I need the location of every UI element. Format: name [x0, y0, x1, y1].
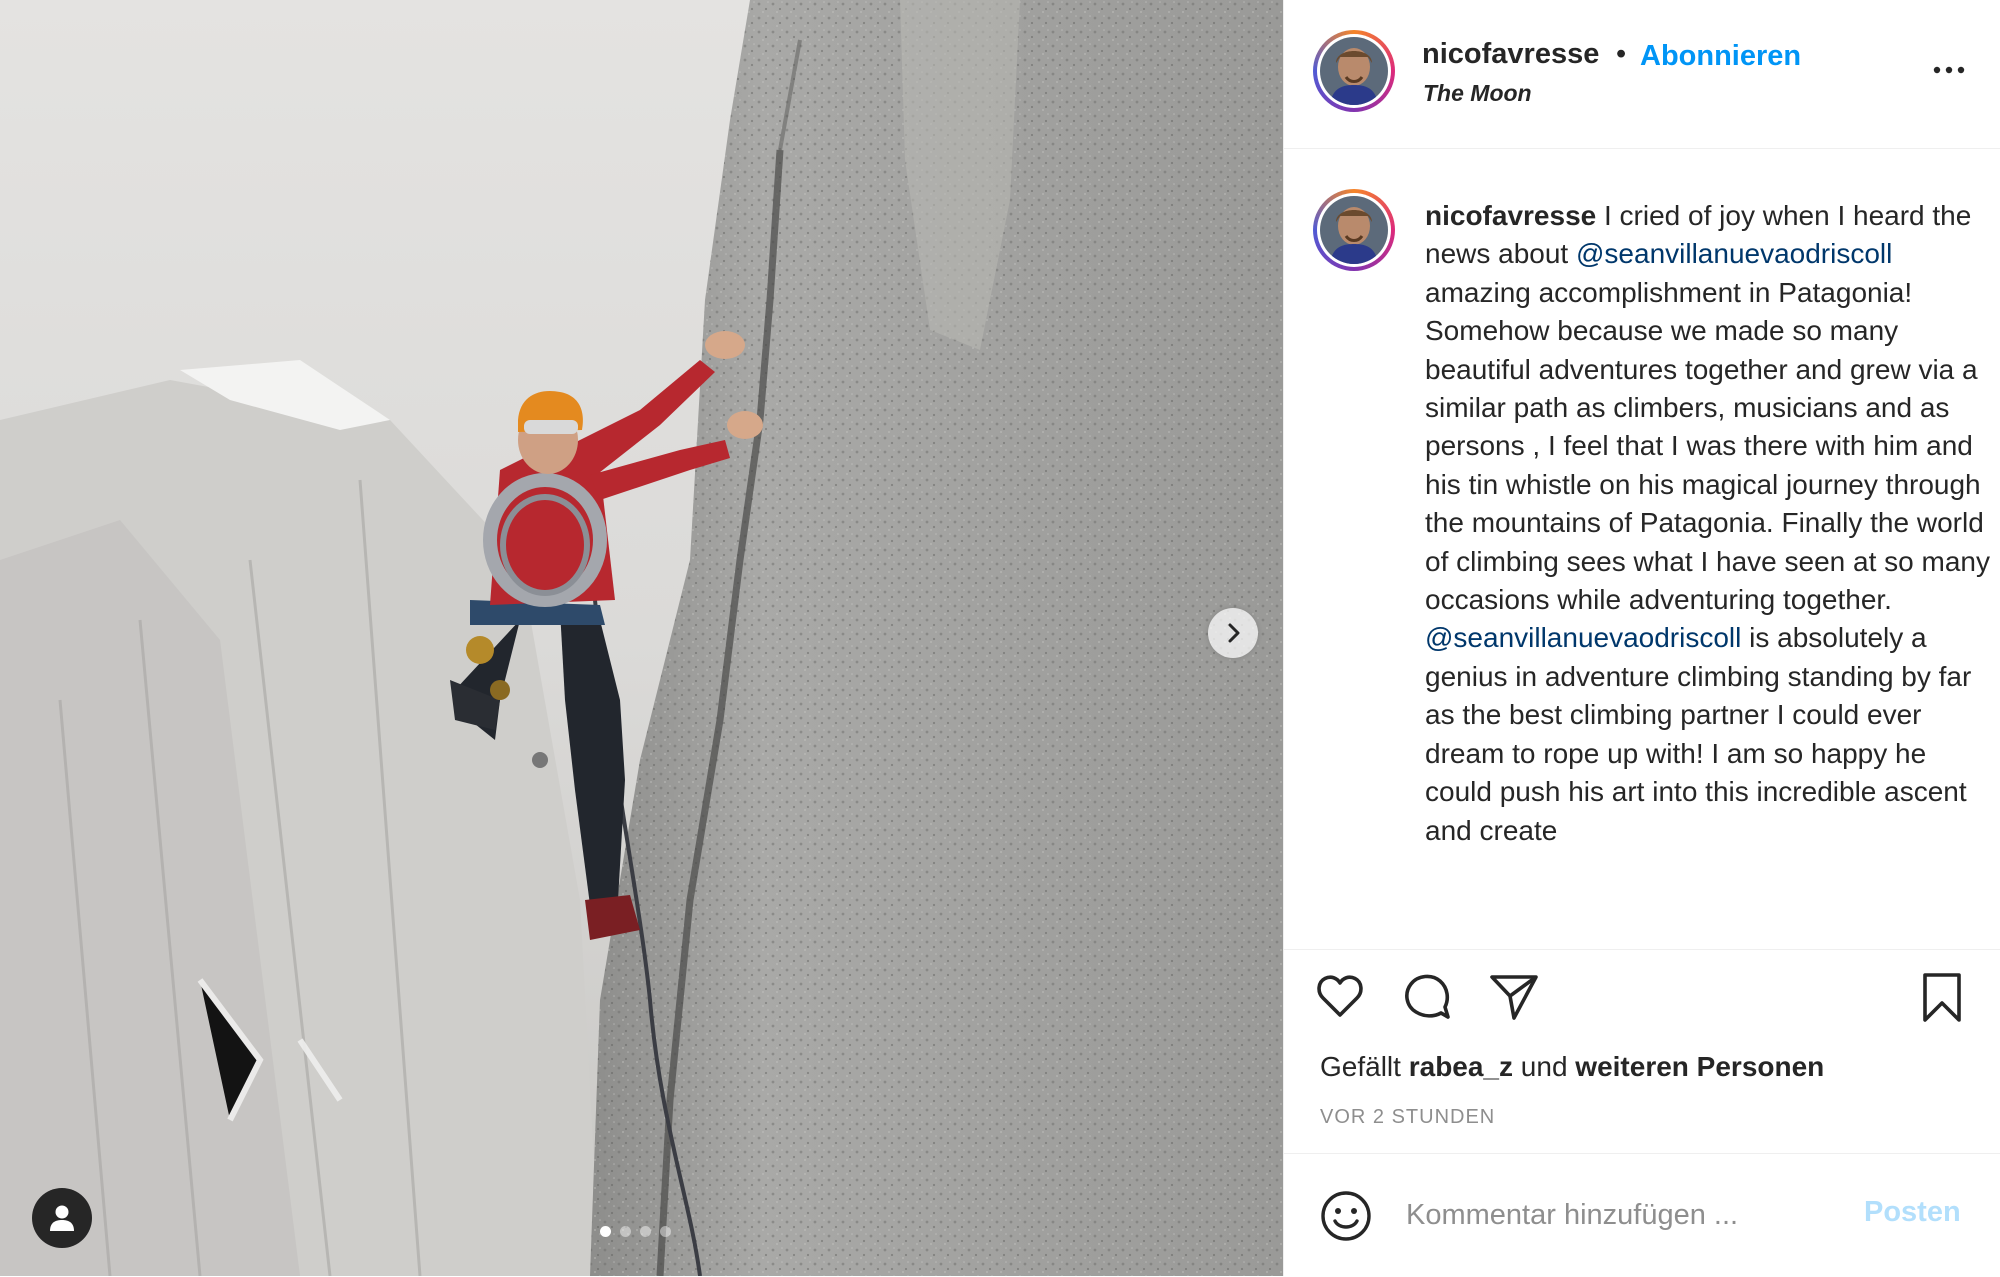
heart-icon[interactable] [1316, 974, 1364, 1018]
caption-username[interactable]: nicofavresse [1425, 200, 1596, 231]
chevron-right-icon [1228, 623, 1240, 643]
carousel-dot [640, 1226, 651, 1237]
post-actions: Gefällt rabea_z und weiteren Personen VO… [1284, 949, 2000, 1154]
avatar[interactable] [1313, 30, 1395, 112]
carousel-dot [600, 1226, 611, 1237]
carousel-indicator [600, 1226, 671, 1237]
mention-link[interactable]: @seanvillanuevaodriscoll [1576, 238, 1892, 269]
carousel-dot [660, 1226, 671, 1237]
post-header: nicofavresse • Abonnieren The Moon [1284, 0, 2000, 149]
post-username[interactable]: nicofavresse [1422, 38, 1599, 71]
bookmark-icon[interactable] [1920, 972, 1964, 1024]
post-comment-button[interactable]: Posten [1864, 1196, 1961, 1229]
avatar-image [1320, 196, 1388, 264]
caption-segment: amazing accomplishment in Patagonia! Som… [1425, 276, 1990, 616]
emoji-icon[interactable] [1320, 1190, 1372, 1242]
caption-segment: is absolutely a genius in adventure clim… [1425, 622, 1972, 846]
likes-summary: Gefällt rabea_z und weiteren Personen [1320, 1051, 1824, 1083]
post-timestamp[interactable]: VOR 2 STUNDEN [1320, 1106, 1495, 1129]
post-location[interactable]: The Moon [1423, 80, 1532, 107]
next-slide-button[interactable] [1208, 608, 1258, 658]
separator-dot: • [1616, 38, 1627, 70]
liked-by-user[interactable]: rabea_z [1409, 1051, 1513, 1082]
comment-input[interactable] [1404, 1192, 1838, 1238]
post-sidebar: nicofavresse • Abonnieren The Moon nicof… [1283, 0, 2000, 1276]
likes-middle: und [1520, 1051, 1568, 1082]
tagged-users-button[interactable] [32, 1188, 92, 1248]
caption-avatar[interactable] [1313, 189, 1395, 271]
comment-bar: Posten [1284, 1153, 2000, 1277]
user-icon [50, 1205, 74, 1231]
caption-text: nicofavresse I cried of joy when I heard… [1425, 197, 1990, 850]
mention-link[interactable]: @seanvillanuevaodriscoll [1425, 622, 1741, 653]
caption-area: nicofavresse I cried of joy when I heard… [1284, 149, 2000, 949]
follow-button[interactable]: Abonnieren [1640, 40, 1801, 73]
carousel-dot [620, 1226, 631, 1237]
avatar-image [1320, 37, 1388, 105]
liked-by-others-link[interactable]: weiteren Personen [1575, 1051, 1824, 1082]
likes-prefix: Gefällt [1320, 1051, 1401, 1082]
share-icon[interactable] [1488, 972, 1540, 1022]
more-horizontal-icon[interactable] [1929, 60, 1969, 80]
comment-icon[interactable] [1402, 972, 1452, 1022]
post-photo[interactable] [0, 0, 1283, 1276]
climber-photo-illustration [0, 0, 1283, 1276]
